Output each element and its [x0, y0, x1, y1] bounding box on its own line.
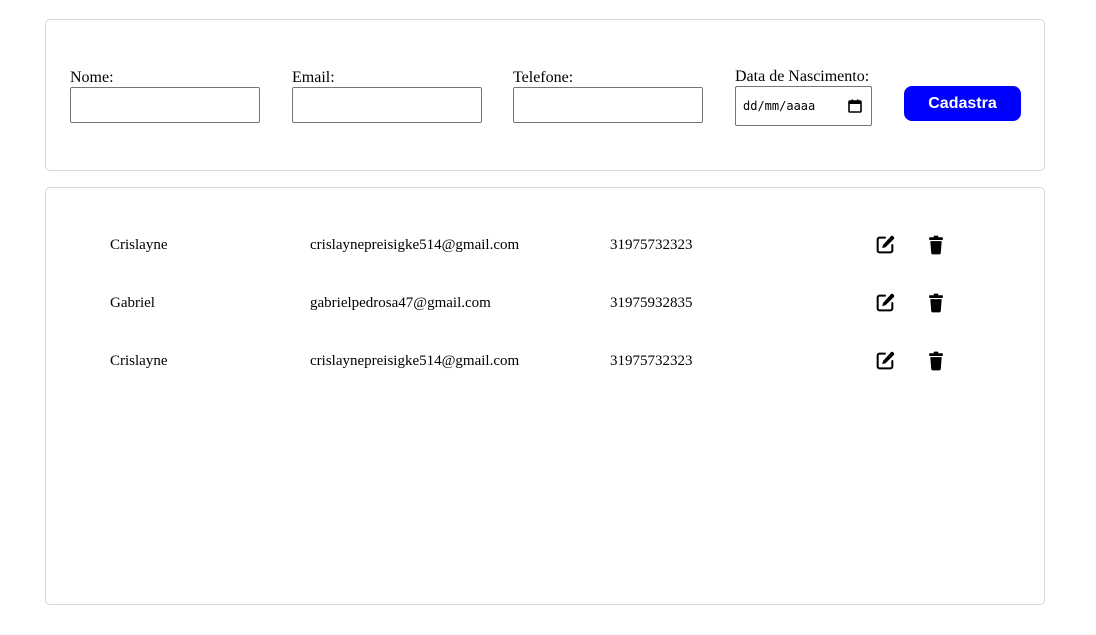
users-list: Crislayne crislaynepreisigke514@gmail.co…	[45, 187, 1045, 605]
telefone-input[interactable]	[513, 87, 703, 123]
trash-icon[interactable]	[925, 234, 947, 256]
user-name: Crislayne	[110, 353, 168, 369]
nascimento-date-input[interactable]: dd/mm/aaaa	[735, 86, 872, 126]
date-placeholder: dd/mm/aaaa	[743, 99, 816, 113]
user-phone: 31975732323	[610, 353, 693, 369]
user-name: Crislayne	[110, 237, 168, 253]
table-row: Crislayne crislaynepreisigke514@gmail.co…	[46, 346, 1044, 376]
cadastra-button[interactable]: Cadastra	[904, 86, 1021, 121]
user-phone: 31975932835	[610, 295, 693, 311]
nascimento-label: Data de Nascimento:	[735, 68, 870, 85]
trash-icon[interactable]	[925, 350, 947, 372]
nome-label: Nome:	[70, 69, 114, 86]
user-name: Gabriel	[110, 295, 155, 311]
trash-icon[interactable]	[925, 292, 947, 314]
edit-icon[interactable]	[874, 350, 896, 372]
user-email: gabrielpedrosa47@gmail.com	[310, 295, 491, 311]
edit-icon[interactable]	[874, 234, 896, 256]
email-input[interactable]	[292, 87, 482, 123]
user-email: crislaynepreisigke514@gmail.com	[310, 353, 520, 369]
registration-form: Nome: Email: Telefone: Data de Nasciment…	[45, 19, 1045, 171]
user-email: crislaynepreisigke514@gmail.com	[310, 237, 520, 253]
table-row: Gabriel gabrielpedrosa47@gmail.com 31975…	[46, 288, 1044, 318]
table-row: Crislayne crislaynepreisigke514@gmail.co…	[46, 230, 1044, 260]
email-label: Email:	[292, 69, 335, 86]
user-phone: 31975732323	[610, 237, 693, 253]
calendar-icon[interactable]	[848, 99, 862, 113]
nome-input[interactable]	[70, 87, 260, 123]
telefone-label: Telefone:	[513, 69, 574, 86]
edit-icon[interactable]	[874, 292, 896, 314]
